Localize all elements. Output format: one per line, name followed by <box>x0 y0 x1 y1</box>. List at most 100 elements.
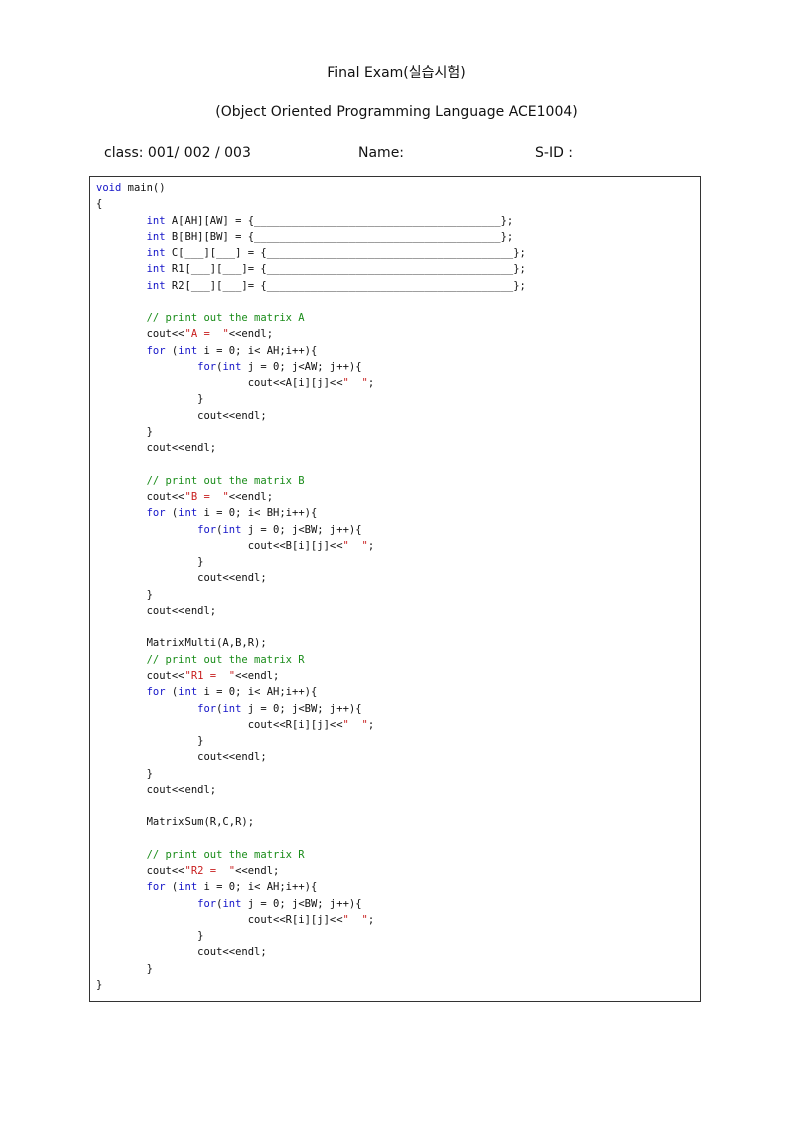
code-string: " " <box>342 718 368 731</box>
code-text: } <box>96 393 204 406</box>
code-keyword: for <box>146 686 166 699</box>
code-text: i = 0; i< AH;i++){ <box>197 881 318 894</box>
code-keyword: int <box>178 344 198 357</box>
code-line: cout<<"R1 = "<<endl; <box>96 668 526 684</box>
code-line: // print out the matrix R <box>96 847 526 863</box>
code-line: for(int j = 0; j<BW; j++){ <box>96 701 526 717</box>
code-keyword: int <box>178 686 198 699</box>
code-line: cout<<endl; <box>96 440 526 456</box>
code-text: cout<<B[i][j]<< <box>96 539 343 552</box>
code-text: } <box>96 767 153 780</box>
code-line: for(int j = 0; j<BW; j++){ <box>96 896 526 912</box>
code-text: ; <box>367 539 375 552</box>
code-string: " " <box>342 913 368 926</box>
code-line: int R1[___][___]= {_____________________… <box>96 261 526 277</box>
code-line: for(int j = 0; j<AW; j++){ <box>96 359 526 375</box>
code-text: i = 0; i< AH;i++){ <box>197 344 318 357</box>
code-text: cout<< <box>96 669 185 682</box>
code-text: cout<<endl; <box>96 946 267 959</box>
code-keyword: for <box>146 507 166 520</box>
code-keyword: int <box>178 507 198 520</box>
code-line: int A[AH][AW] = {_______________________… <box>96 213 526 229</box>
code-comment: // print out the matrix B <box>146 474 305 487</box>
code-text: cout<<R[i][j]<< <box>96 913 343 926</box>
code-text: ; <box>367 913 375 926</box>
code-line: { <box>96 196 526 212</box>
exam-title: Final Exam(실습시험) <box>327 65 466 81</box>
code-text: j = 0; j<BW; j++){ <box>241 702 362 715</box>
code-line: } <box>96 928 526 944</box>
code-text: cout<<A[i][j]<< <box>96 377 343 390</box>
code-keyword: void <box>96 182 122 194</box>
code-line: // print out the matrix A <box>96 310 526 326</box>
code-line: int B[BH][BW] = {_______________________… <box>96 229 526 245</box>
code-keyword: for <box>197 897 217 910</box>
code-text: cout<< <box>96 865 185 878</box>
code-keyword: int <box>146 247 166 260</box>
code-string: "R2 = " <box>184 865 236 878</box>
code-comment: // print out the matrix A <box>146 312 305 325</box>
code-text: } <box>96 735 204 748</box>
code-line: cout<<"B = "<<endl; <box>96 489 526 505</box>
code-text: i = 0; i< BH;i++){ <box>197 507 318 520</box>
name-field: Name: <box>358 145 405 161</box>
code-keyword: int <box>146 230 166 243</box>
code-line: cout<<endl; <box>96 782 526 798</box>
code-keyword: for <box>197 523 217 536</box>
code-text: MatrixSum(R,C,R); <box>96 816 255 829</box>
code-text: cout<<endl; <box>96 409 267 422</box>
code-keyword: for <box>197 702 217 715</box>
code-line: // print out the matrix R <box>96 652 526 668</box>
code-text: cout<<endl; <box>96 442 217 455</box>
code-line: for (int i = 0; i< AH;i++){ <box>96 684 526 700</box>
code-text: <<endl; <box>235 669 280 682</box>
code-keyword: for <box>146 344 166 357</box>
code-text: cout<< <box>96 328 185 341</box>
code-line: cout<<endl; <box>96 570 526 586</box>
code-text: C[___][___] = {_________________________… <box>165 247 526 260</box>
code-line: void main() <box>96 180 526 196</box>
code-line: } <box>96 587 526 603</box>
code-comment: // print out the matrix R <box>146 848 305 861</box>
code-text: ( <box>165 686 179 699</box>
code-line: cout<<"R2 = "<<endl; <box>96 863 526 879</box>
code-line: cout<<endl; <box>96 749 526 765</box>
code-text: } <box>96 979 103 992</box>
code-line: for(int j = 0; j<BW; j++){ <box>96 522 526 538</box>
code-text: B[BH][BW] = {___________________________… <box>165 230 514 243</box>
code-text: } <box>96 588 153 601</box>
code-keyword: int <box>222 897 242 910</box>
code-line: } <box>96 766 526 782</box>
code-text: ; <box>367 377 375 390</box>
code-text: R1[___][___]= {_________________________… <box>165 263 526 276</box>
code-line: int C[___][___] = {_____________________… <box>96 245 526 261</box>
code-string: " " <box>342 539 368 552</box>
code-text: } <box>96 556 204 569</box>
code-text: } <box>96 425 153 438</box>
code-string: " " <box>342 377 368 390</box>
code-text: MatrixMulti(A,B,R); <box>96 637 267 650</box>
code-line: cout<<endl; <box>96 944 526 960</box>
code-text: <<endl; <box>235 865 280 878</box>
code-line: } <box>96 733 526 749</box>
code-line: cout<<"A = "<<endl; <box>96 326 526 342</box>
code-text: ( <box>165 344 179 357</box>
code-line: } <box>96 424 526 440</box>
code-line: cout<<B[i][j]<<" "; <box>96 538 526 554</box>
code-text: cout<<endl; <box>96 783 217 796</box>
code-keyword: int <box>146 214 166 227</box>
code-text: <<endl; <box>228 491 274 504</box>
code-keyword: int <box>146 263 166 276</box>
